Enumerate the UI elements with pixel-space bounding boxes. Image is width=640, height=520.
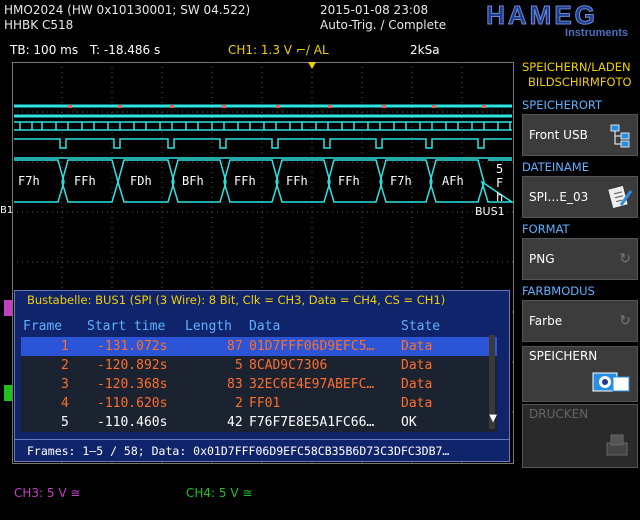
sample-rate: 2kSa bbox=[410, 43, 440, 57]
acquisition-info: 2015-01-08 23:08 Auto-Trig. / Complete bbox=[320, 3, 446, 33]
col-start-time: Start time bbox=[87, 319, 166, 334]
scroll-down-icon[interactable]: ▼ bbox=[489, 413, 497, 424]
ch4-settings[interactable]: CH4: 5 V ≅ bbox=[186, 486, 252, 500]
col-length: Length bbox=[185, 319, 232, 334]
save-button[interactable]: SPEICHERN bbox=[522, 346, 638, 402]
ch3-settings[interactable]: CH3: 5 V ≅ bbox=[14, 486, 80, 500]
bus1-marker[interactable]: B1 bbox=[0, 205, 13, 216]
table-row[interactable]: 1 -131.072s 87 01D7FFF06D9EFC5… Data bbox=[21, 337, 497, 356]
print-icon bbox=[603, 433, 631, 461]
ch1-trigger[interactable]: CH1: 1.3 V ⌐/ AL bbox=[228, 40, 329, 60]
bus-byte-label: FFh bbox=[74, 174, 96, 188]
data-trace bbox=[14, 138, 512, 159]
bus-byte-label: 5Fh bbox=[496, 162, 504, 204]
trigger-position-marker bbox=[308, 62, 316, 69]
clock-trace bbox=[14, 121, 512, 131]
save-label: SPEICHERN bbox=[529, 349, 598, 363]
menu-title: SPEICHERN/LADEN bbox=[522, 60, 631, 74]
time-offset[interactable]: T: -18.486 s bbox=[90, 40, 160, 60]
bus-table-panel[interactable]: Bustabelle: BUS1 (SPI (3 Wire): 8 Bit, C… bbox=[14, 290, 510, 462]
format-value: PNG bbox=[529, 252, 555, 266]
print-label: DRUCKEN bbox=[529, 407, 589, 421]
storage-location-value: Front USB bbox=[529, 128, 588, 142]
trigger-mode: Auto-Trig. / Complete bbox=[320, 18, 447, 32]
location-label: SPEICHERORT bbox=[522, 98, 603, 112]
ch4-level-marker[interactable] bbox=[4, 385, 12, 401]
edit-file-icon bbox=[607, 183, 633, 215]
table-header: Frame Start time Length Data State bbox=[21, 317, 497, 336]
bus-byte-label: BFh bbox=[182, 174, 204, 188]
bus-byte-label: FFh bbox=[234, 174, 256, 188]
table-row[interactable]: 4 -110.620s 2 FF01 Data bbox=[21, 394, 497, 413]
upper-bus-lines bbox=[14, 104, 512, 118]
col-frame: Frame bbox=[23, 319, 63, 334]
bus-byte-label: FFh bbox=[338, 174, 360, 188]
timebase[interactable]: TB: 100 ms bbox=[10, 40, 78, 60]
folder-tree-icon bbox=[609, 123, 633, 153]
bus-byte-label: AFh bbox=[442, 174, 464, 188]
print-button[interactable]: DRUCKEN bbox=[522, 404, 638, 468]
storage-location-button[interactable]: Front USB bbox=[522, 114, 638, 156]
colormode-button[interactable]: Farbe ↻ bbox=[522, 300, 638, 342]
instrument-info: HMO2024 (HW 0x10130001; SW 04.522) HHBK … bbox=[4, 3, 250, 33]
bus-table-title: Bustabelle: BUS1 (SPI (3 Wire): 8 Bit, C… bbox=[15, 291, 509, 309]
rotate-icon: ↻ bbox=[619, 251, 631, 267]
rotate-icon: ↻ bbox=[619, 313, 631, 329]
filename-button[interactable]: SPI…E_03 bbox=[522, 176, 638, 218]
bus-byte-label: FFh bbox=[286, 174, 308, 188]
col-state: State bbox=[401, 319, 441, 334]
bus1-trace-label: BUS1 bbox=[475, 205, 505, 218]
table-row[interactable]: 3 -120.368s 83 32EC6E4E97ABEFC… Data bbox=[21, 375, 497, 394]
bus-byte-label: F7h bbox=[390, 174, 412, 188]
menu-subtitle: BILDSCHIRMFOTO bbox=[528, 75, 632, 89]
camera-icon bbox=[591, 367, 631, 399]
filename-value: SPI…E_03 bbox=[529, 190, 589, 204]
colormode-label: FARBMODUS bbox=[522, 284, 595, 298]
ch3-level-marker[interactable] bbox=[4, 300, 12, 316]
bus-table-footer: Frames: 1—5 / 58; Data: 0x01D7FFF06D9EFC… bbox=[15, 439, 509, 461]
col-data: Data bbox=[249, 319, 281, 334]
model-line: HMO2024 (HW 0x10130001; SW 04.522) bbox=[4, 3, 251, 17]
datetime: 2015-01-08 23:08 bbox=[320, 3, 429, 17]
serial-number: HHBK C518 bbox=[4, 18, 74, 32]
filename-label: DATEINAME bbox=[522, 160, 589, 174]
colormode-value: Farbe bbox=[529, 314, 563, 328]
bus-byte-label: F7h bbox=[18, 174, 40, 188]
status-bar: TB: 100 ms T: -18.486 s CH1: 1.3 V ⌐/ AL… bbox=[0, 40, 515, 60]
softkey-menu: SPEICHERN/LADEN BILDSCHIRMFOTO SPEICHERO… bbox=[518, 58, 640, 478]
hameg-logo: HAMEG Instruments bbox=[452, 0, 634, 39]
svg-text:HAMEG: HAMEG bbox=[486, 2, 598, 30]
table-row[interactable]: 2 -120.892s 5 8CAD9C7306 Data bbox=[21, 356, 497, 375]
table-row[interactable]: 5 -110.460s 42 F76F7E8E5A1FC66… OK bbox=[21, 413, 497, 432]
format-label: FORMAT bbox=[522, 222, 570, 236]
format-button[interactable]: PNG ↻ bbox=[522, 238, 638, 280]
bus-byte-label: FDh bbox=[130, 174, 152, 188]
svg-text:Instruments: Instruments bbox=[565, 27, 628, 38]
